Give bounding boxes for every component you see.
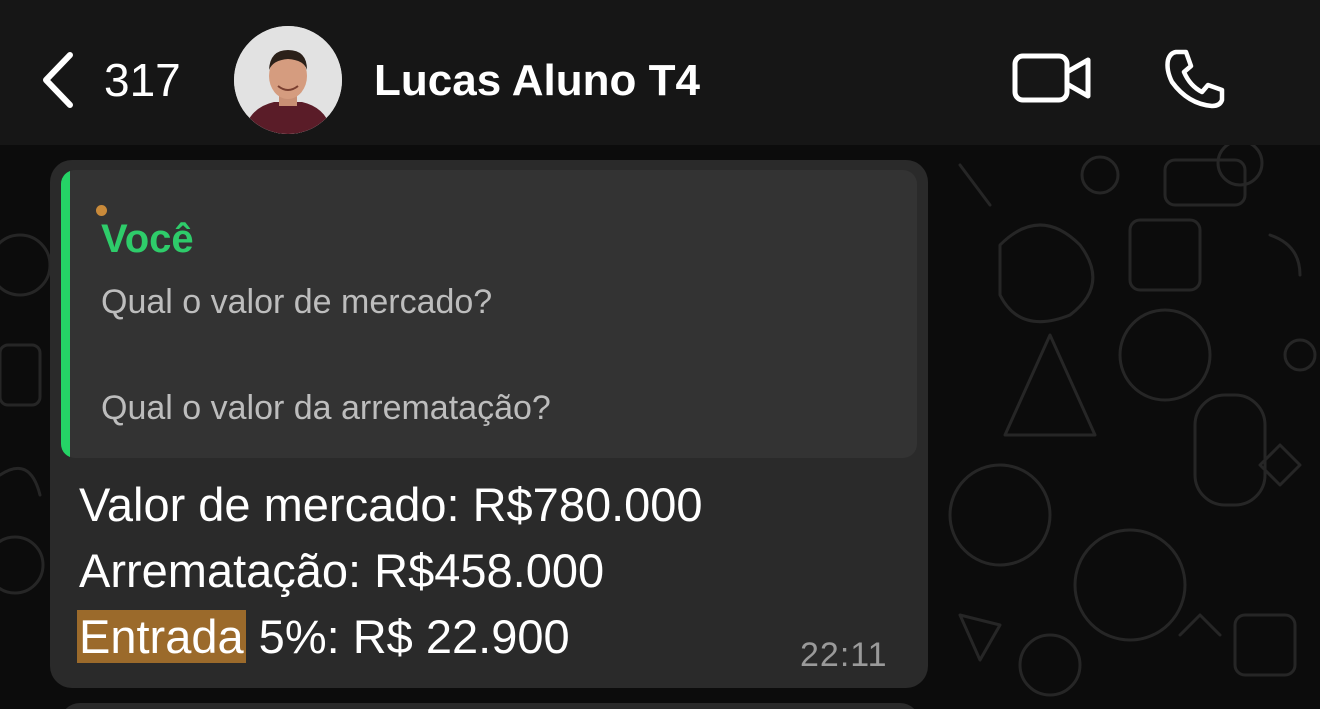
video-call-button[interactable]	[1012, 52, 1092, 109]
quote-line: Qual o valor de mercado?	[101, 283, 493, 321]
chat-area[interactable]: Você Qual o valor de mercado? Qual o val…	[0, 145, 1320, 709]
message-bubble[interactable]: Você Qual o valor de mercado? Qual o val…	[50, 160, 928, 688]
message-line: Entrada 5%: R$ 22.900	[77, 609, 570, 665]
avatar[interactable]	[234, 26, 342, 134]
quote-accent-bar	[61, 170, 70, 458]
message-line: Arrematação: R$458.000	[79, 544, 605, 597]
search-highlight: Entrada	[77, 610, 246, 663]
chat-header: 317 Lucas Aluno T4	[0, 0, 1320, 145]
quote-line: Qual o valor da arrematação?	[101, 389, 551, 427]
quote-author: Você	[101, 217, 194, 261]
message-timestamp: 22:11	[800, 636, 888, 674]
avatar-photo	[234, 26, 342, 134]
quoted-message[interactable]: Você Qual o valor de mercado? Qual o val…	[61, 170, 917, 458]
message-line-text: 5%: R$ 22.900	[245, 610, 570, 663]
voice-call-button[interactable]	[1162, 48, 1226, 115]
chevron-left-icon	[43, 52, 73, 108]
phone-icon	[1165, 49, 1225, 109]
back-button[interactable]	[38, 50, 78, 110]
video-camera-icon	[1012, 53, 1091, 103]
message-line: Valor de mercado: R$780.000	[79, 478, 703, 531]
unread-count[interactable]: 317	[104, 54, 181, 106]
quote-dot	[96, 205, 107, 216]
contact-name[interactable]: Lucas Aluno T4	[374, 55, 700, 107]
next-message-bubble[interactable]	[60, 703, 920, 709]
